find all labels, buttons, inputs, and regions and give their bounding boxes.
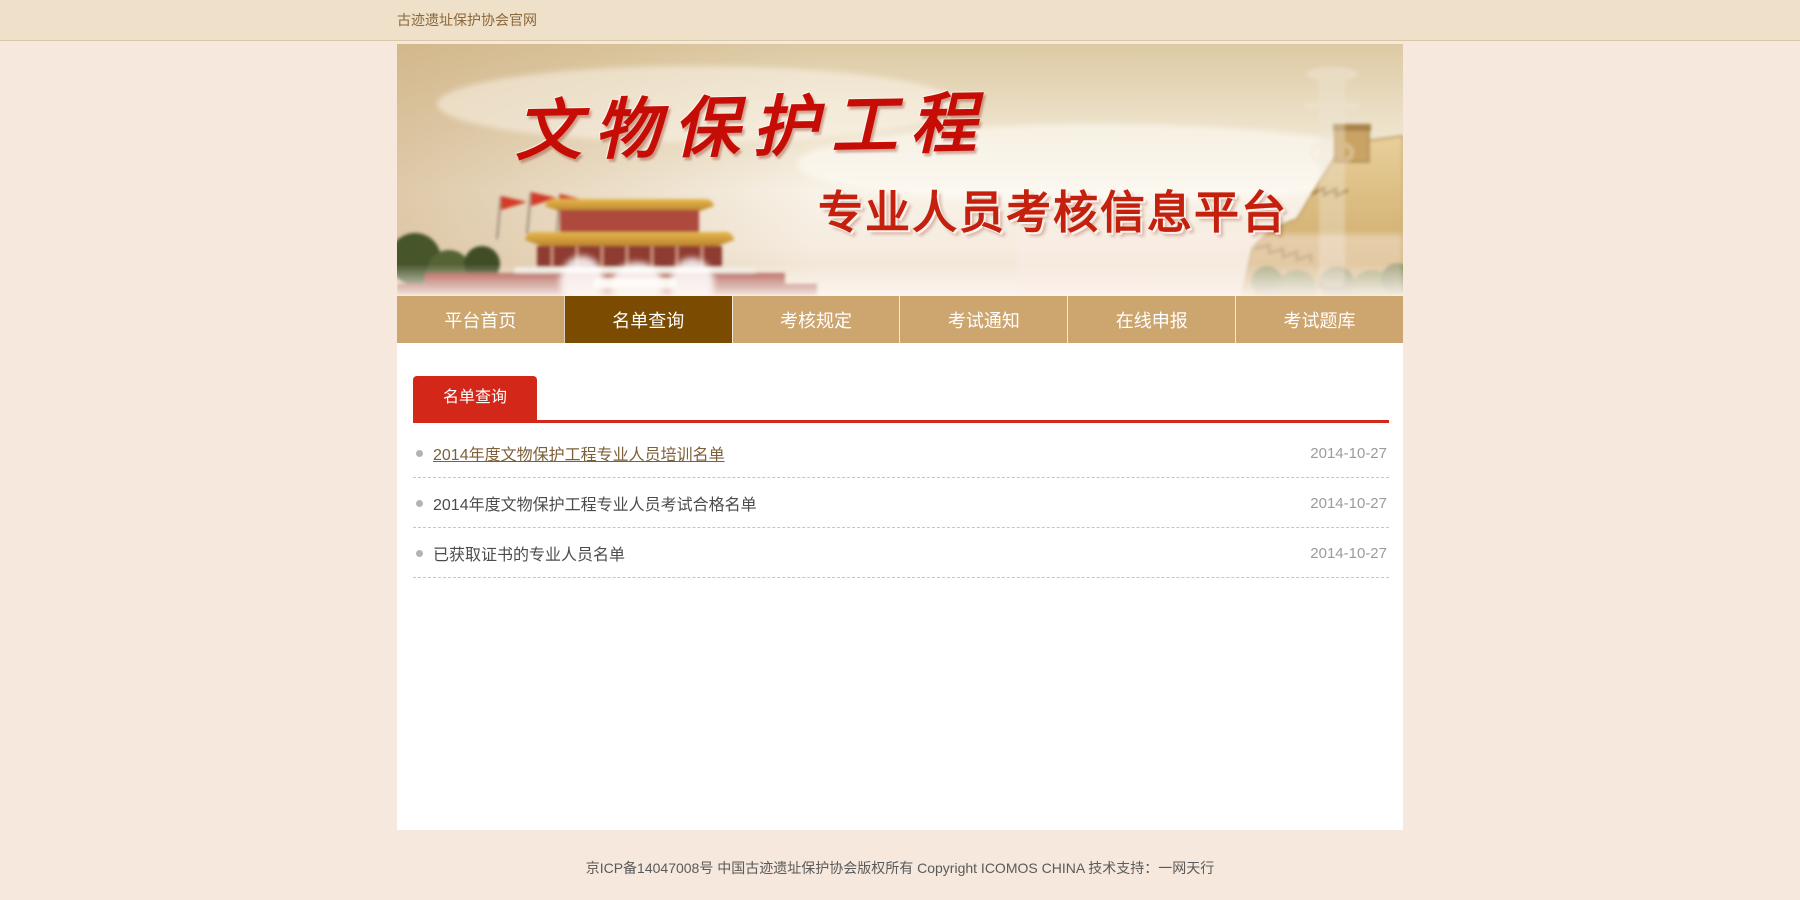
- nav-item-4[interactable]: 在线申报: [1067, 296, 1235, 343]
- bullet-icon: [416, 450, 423, 457]
- topbar: 古迹遗址保护协会官网: [0, 0, 1800, 41]
- news-link[interactable]: 2014年度文物保护工程专业人员培训名单: [433, 441, 725, 465]
- news-date: 2014-10-27: [1310, 545, 1387, 562]
- bullet-icon: [416, 550, 423, 557]
- content-area: 名单查询 2014年度文物保护工程专业人员培训名单2014-10-272014年…: [397, 343, 1403, 830]
- news-date: 2014-10-27: [1310, 445, 1387, 462]
- nav-item-2[interactable]: 考核规定: [732, 296, 900, 343]
- nav-item-5[interactable]: 考试题库: [1235, 296, 1403, 343]
- main-column: 文物保护工程 专业人员考核信息平台 平台首页名单查询考核规定考试通知在线申报考试…: [397, 44, 1403, 830]
- section-tab-row: 名单查询: [413, 376, 1389, 423]
- section-tab[interactable]: 名单查询: [413, 376, 537, 420]
- news-row: 2014年度文物保护工程专业人员考试合格名单 2014-10-27: [413, 478, 1389, 528]
- news-row: 已获取证书的专业人员名单 2014-10-27: [413, 528, 1389, 578]
- news-date: 2014-10-27: [1310, 495, 1387, 512]
- news-link[interactable]: 2014年度文物保护工程专业人员考试合格名单: [433, 491, 757, 515]
- nav-item-0[interactable]: 平台首页: [397, 296, 564, 343]
- news-row: 2014年度文物保护工程专业人员培训名单 2014-10-27: [413, 428, 1389, 478]
- news-list: 2014年度文物保护工程专业人员培训名单2014-10-272014年度文物保护…: [413, 428, 1389, 578]
- banner-title: 文物保护工程: [514, 70, 990, 174]
- footer: 京ICP备14047008号 中国古迹遗址保护协会版权所有 Copyright …: [0, 830, 1800, 878]
- bullet-icon: [416, 500, 423, 507]
- banner-subtitle: 专业人员考核信息平台: [818, 176, 1288, 241]
- footer-text: 京ICP备14047008号 中国古迹遗址保护协会版权所有 Copyright …: [586, 860, 1215, 876]
- nav-item-3[interactable]: 考试通知: [899, 296, 1067, 343]
- nav-item-1[interactable]: 名单查询: [564, 296, 732, 343]
- news-link[interactable]: 已获取证书的专业人员名单: [433, 541, 625, 565]
- site-name-link[interactable]: 古迹遗址保护协会官网: [397, 0, 537, 40]
- main-nav: 平台首页名单查询考核规定考试通知在线申报考试题库: [397, 296, 1403, 343]
- banner: 文物保护工程 专业人员考核信息平台: [397, 44, 1403, 296]
